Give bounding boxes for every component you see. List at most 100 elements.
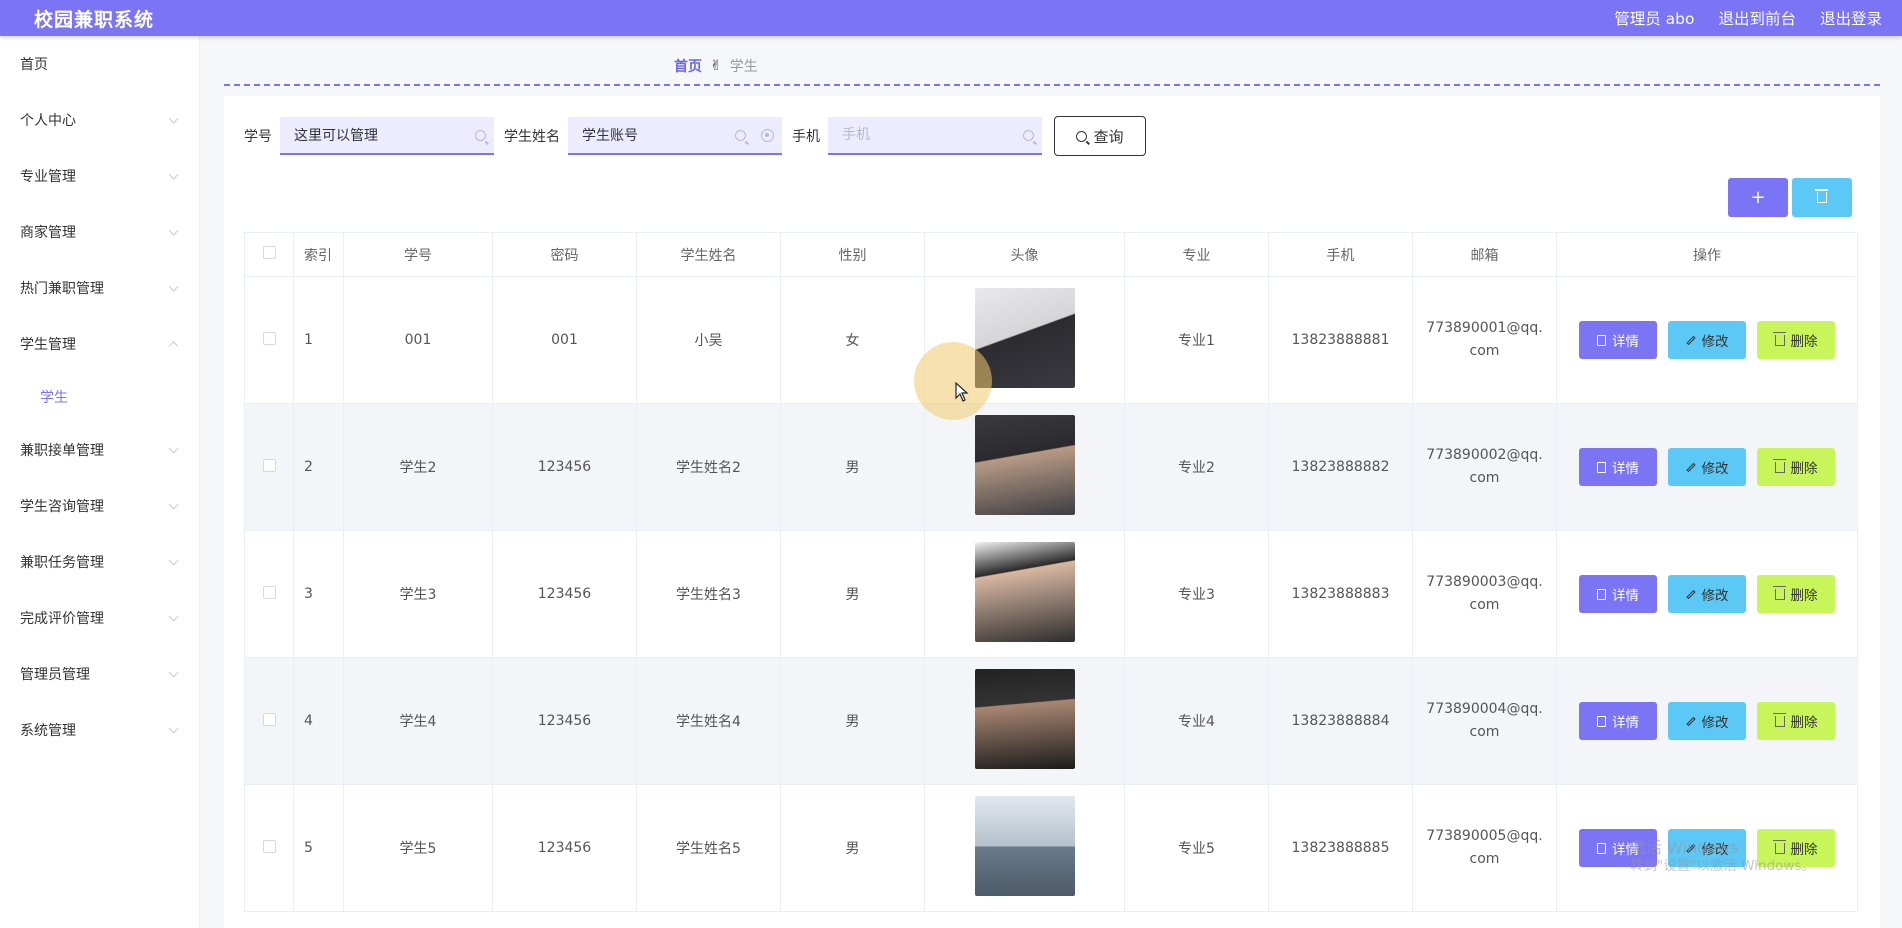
sidebar-item-merchant[interactable]: 商家管理 [0, 204, 199, 260]
email-text: 773890001@qq.com [1426, 320, 1543, 359]
sidebar-item-major[interactable]: 专业管理 [0, 148, 199, 204]
phone-input[interactable] [828, 117, 1042, 153]
content-panel: 学号 学生姓名 手机 查询 + [224, 96, 1880, 928]
detail-button[interactable]: 详情 [1579, 829, 1657, 867]
delete-button[interactable]: 删除 [1757, 448, 1835, 486]
row-select-cell [244, 530, 294, 658]
breadcrumb: 首页 ✌ 学生 [674, 56, 758, 76]
student-name-input[interactable] [568, 117, 782, 153]
delete-button[interactable]: 删除 [1757, 575, 1835, 613]
row-select-cell [244, 657, 294, 785]
current-user[interactable]: 管理员 abo [1614, 7, 1694, 29]
cell-name: 小吴 [636, 276, 781, 404]
row-actions: 详情 修改 删除 [1579, 829, 1835, 867]
sidebar-item-label: 学生咨询管理 [20, 499, 104, 515]
cell-major: 专业4 [1124, 657, 1269, 785]
cell-phone: 13823888883 [1268, 530, 1413, 658]
student-no-field [280, 117, 494, 155]
sidebar-item-personal-center[interactable]: 个人中心 [0, 92, 199, 148]
edit-button[interactable]: 修改 [1668, 575, 1746, 613]
row-actions: 详情 修改 删除 [1579, 321, 1835, 359]
sidebar-item-label: 完成评价管理 [20, 611, 104, 627]
detail-button[interactable]: 详情 [1579, 321, 1657, 359]
phone-field [828, 117, 1042, 155]
document-icon [1597, 334, 1606, 346]
hand-icon: ✌ [710, 58, 722, 74]
cell-index: 4 [293, 657, 344, 785]
cell-gender: 男 [780, 657, 925, 785]
pen-icon [1685, 589, 1696, 599]
sidebar-item-job-tasks[interactable]: 兼职任务管理 [0, 534, 199, 590]
exit-to-front-link[interactable]: 退出到前台 [1718, 7, 1796, 29]
edit-button[interactable]: 修改 [1668, 702, 1746, 740]
trash-icon [1772, 585, 1786, 600]
query-button[interactable]: 查询 [1054, 116, 1146, 156]
document-icon [1597, 588, 1606, 600]
table-row: 1 001 001 小吴 女 专业1 13823888881 773890001… [244, 276, 1858, 404]
delete-label: 删除 [1790, 588, 1818, 604]
delete-button[interactable]: 删除 [1757, 829, 1835, 867]
sidebar-item-home[interactable]: 首页 [0, 36, 199, 92]
sidebar-item-admins[interactable]: 管理员管理 [0, 646, 199, 702]
table-row: 3 学生3 123456 学生姓名3 男 专业3 13823888883 773… [244, 530, 1858, 658]
cell-major: 专业5 [1124, 784, 1269, 912]
student-no-input[interactable] [280, 117, 494, 153]
cell-actions: 详情 修改 删除 [1556, 784, 1858, 912]
cell-actions: 详情 修改 删除 [1556, 530, 1858, 658]
cell-major: 专业3 [1124, 530, 1269, 658]
delete-button[interactable]: 删除 [1757, 702, 1835, 740]
row-checkbox[interactable] [262, 585, 276, 599]
logout-link[interactable]: 退出登录 [1820, 7, 1882, 29]
sidebar-subitem-student[interactable]: 学生 [0, 372, 199, 422]
sidebar-item-label: 个人中心 [20, 113, 76, 129]
row-checkbox[interactable] [262, 458, 276, 472]
pen-icon [1685, 716, 1696, 726]
sidebar-item-job-orders[interactable]: 兼职接单管理 [0, 422, 199, 478]
edit-button[interactable]: 修改 [1668, 448, 1746, 486]
row-checkbox[interactable] [262, 331, 276, 345]
row-actions: 详情 修改 删除 [1579, 575, 1835, 613]
cell-student-no: 001 [343, 276, 493, 404]
cell-index: 3 [293, 530, 344, 658]
cell-phone: 13823888882 [1268, 403, 1413, 531]
cell-email: 773890004@qq.com [1412, 657, 1557, 785]
cell-student-no: 学生2 [343, 403, 493, 531]
sidebar-item-system[interactable]: 系统管理 [0, 702, 199, 758]
delete-button[interactable]: 删除 [1757, 321, 1835, 359]
detail-button[interactable]: 详情 [1579, 575, 1657, 613]
cell-avatar [924, 530, 1125, 658]
row-checkbox[interactable] [262, 712, 276, 726]
edit-label: 修改 [1701, 842, 1729, 858]
cell-phone: 13823888884 [1268, 657, 1413, 785]
search-icon [1023, 130, 1034, 141]
batch-delete-button[interactable] [1792, 178, 1852, 217]
edit-button[interactable]: 修改 [1668, 321, 1746, 359]
sidebar-item-consult[interactable]: 学生咨询管理 [0, 478, 199, 534]
search-icon [475, 130, 486, 141]
sidebar-item-students[interactable]: 学生管理 [0, 316, 199, 372]
clear-icon[interactable] [761, 129, 774, 142]
edit-button[interactable]: 修改 [1668, 829, 1746, 867]
sidebar-item-hot-jobs[interactable]: 热门兼职管理 [0, 260, 199, 316]
chevron-down-icon [168, 281, 179, 292]
col-name: 学生姓名 [636, 232, 781, 277]
cell-avatar [924, 403, 1125, 531]
select-all-checkbox[interactable] [262, 246, 276, 259]
row-select-cell [244, 276, 294, 404]
cell-student-no: 学生5 [343, 784, 493, 912]
detail-button[interactable]: 详情 [1579, 448, 1657, 486]
add-button[interactable]: + [1728, 178, 1788, 217]
pen-icon [1685, 462, 1696, 472]
cell-student-no: 学生3 [343, 530, 493, 658]
row-checkbox[interactable] [262, 839, 276, 853]
chevron-down-icon [168, 667, 179, 678]
detail-button[interactable]: 详情 [1579, 702, 1657, 740]
col-actions: 操作 [1556, 232, 1858, 277]
breadcrumb-home[interactable]: 首页 [674, 56, 702, 76]
trash-icon [1772, 839, 1786, 854]
sidebar-item-reviews[interactable]: 完成评价管理 [0, 590, 199, 646]
cell-phone: 13823888885 [1268, 784, 1413, 912]
email-text: 773890003@qq.com [1426, 574, 1543, 613]
chevron-up-icon [168, 341, 179, 352]
chevron-down-icon [168, 225, 179, 236]
